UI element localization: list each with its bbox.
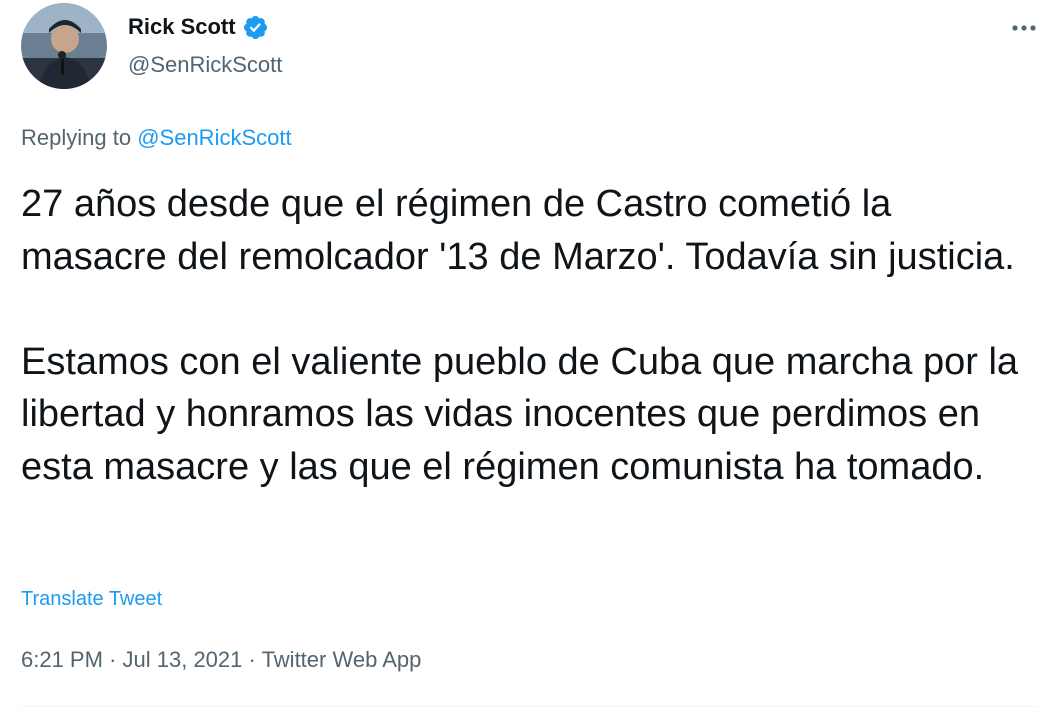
avatar-photo xyxy=(21,3,107,89)
replying-to: Replying to @SenRickScott xyxy=(21,123,292,153)
translate-tweet-link[interactable]: Translate Tweet xyxy=(21,585,162,613)
author-handle[interactable]: @SenRickScott xyxy=(128,50,282,80)
tweet-date[interactable]: Jul 13, 2021 xyxy=(123,647,243,672)
avatar[interactable] xyxy=(21,3,107,89)
divider xyxy=(21,706,1037,707)
meta-separator: · xyxy=(109,647,117,672)
tweet-paragraph-2: Estamos con el valiente pueblo de Cuba q… xyxy=(21,340,1019,488)
author-name[interactable]: Rick Scott xyxy=(128,12,236,42)
more-dots-icon xyxy=(1012,25,1036,31)
verified-badge-icon xyxy=(242,14,269,41)
tweet-paragraph-1: 27 años desde que el régimen de Castro c… xyxy=(21,183,1015,278)
tweet-text: 27 años desde que el régimen de Castro c… xyxy=(21,178,1021,493)
reply-to-link[interactable]: @SenRickScott xyxy=(137,125,291,150)
tweet-meta: 6:21 PM · Jul 13, 2021 · Twitter Web App xyxy=(21,645,421,675)
tweet-time[interactable]: 6:21 PM xyxy=(21,647,103,672)
tweet-source[interactable]: Twitter Web App xyxy=(262,647,422,672)
more-button[interactable] xyxy=(1006,10,1042,46)
replying-prefix: Replying to xyxy=(21,125,132,150)
author-name-row[interactable]: Rick Scott xyxy=(128,12,269,42)
meta-separator: · xyxy=(248,647,256,672)
